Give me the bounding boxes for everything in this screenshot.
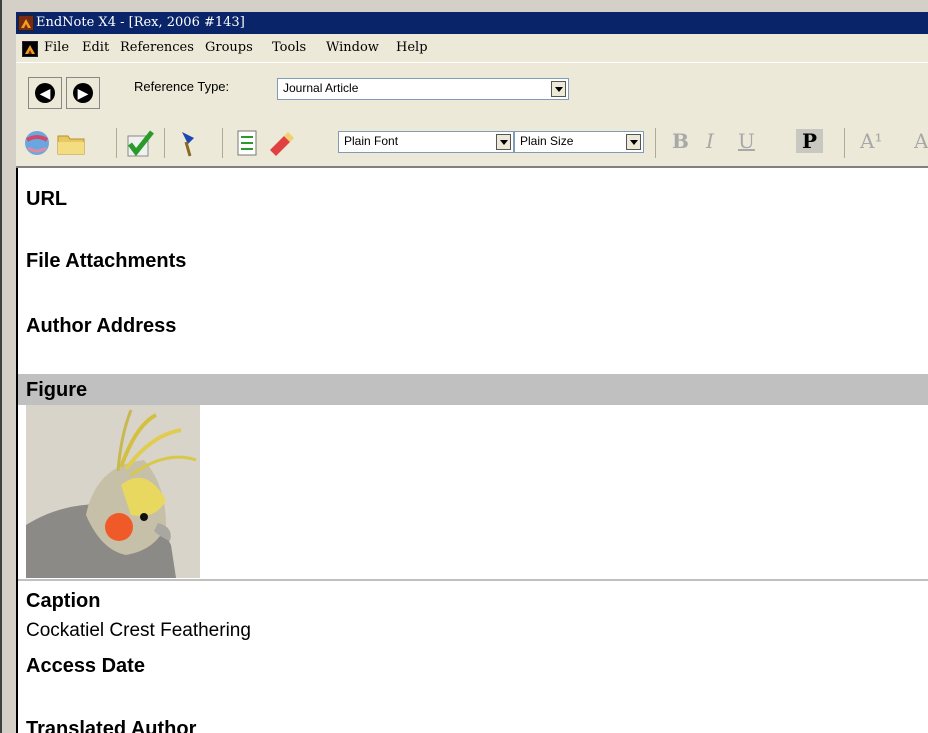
figure-divider	[18, 579, 928, 581]
menu-help[interactable]: Help	[396, 40, 428, 55]
toolbar-separator	[222, 128, 223, 158]
chevron-down-icon[interactable]	[551, 81, 566, 97]
next-reference-button[interactable]	[66, 77, 100, 109]
italic-button[interactable]: I	[706, 129, 714, 153]
checklist-icon[interactable]	[232, 128, 262, 158]
access-date-label: Access Date	[26, 655, 145, 677]
cockatiel-figure-image[interactable]	[26, 405, 200, 578]
menu-tools[interactable]: Tools	[272, 40, 306, 55]
endnote-window: EndNote X4 - [Rex, 2006 #143] File Edit …	[0, 0, 928, 733]
size-select-value: Plain Size	[520, 134, 574, 148]
bold-button[interactable]: B	[672, 129, 689, 153]
font-select[interactable]: Plain Font	[338, 131, 514, 153]
pushpin-icon[interactable]	[172, 128, 202, 158]
toolbar-separator	[655, 128, 656, 158]
reference-type-bar: Reference Type: Journal Article	[16, 62, 928, 121]
reference-type-value: Journal Article	[283, 81, 359, 95]
menu-file[interactable]: File	[44, 40, 69, 55]
previous-reference-button[interactable]	[28, 77, 62, 109]
chevron-down-icon[interactable]	[496, 134, 511, 150]
size-select[interactable]: Plain Size	[514, 131, 644, 153]
menu-bar: File Edit References Groups Tools Window…	[16, 34, 928, 62]
reference-type-select[interactable]: Journal Article	[277, 78, 569, 100]
menu-references[interactable]: References	[120, 40, 194, 55]
menu-groups[interactable]: Groups	[205, 40, 253, 55]
subscript-button[interactable]: A	[914, 129, 928, 153]
toolbar-separator	[844, 128, 845, 158]
figure-label: Figure	[26, 379, 88, 401]
superscript-button[interactable]: A¹	[860, 129, 882, 153]
author-address-label: Author Address	[26, 315, 177, 337]
menu-edit[interactable]: Edit	[82, 40, 109, 55]
caption-label: Caption	[26, 590, 101, 612]
checkmark-icon[interactable]	[124, 128, 154, 158]
title-bar[interactable]: EndNote X4 - [Rex, 2006 #143]	[16, 12, 928, 34]
file-attachments-label: File Attachments	[26, 250, 187, 272]
globe-link-icon[interactable]	[22, 128, 52, 158]
figure-field-band[interactable]: Figure	[18, 374, 928, 405]
document-menu-icon[interactable]	[22, 41, 38, 57]
arrow-left-icon	[35, 83, 55, 103]
plain-button[interactable]: P	[796, 129, 824, 153]
toolbar-separator	[164, 128, 165, 158]
endnote-app-icon[interactable]	[18, 15, 34, 31]
url-label: URL	[26, 188, 68, 210]
reference-content-pane: URL File Attachments Author Address Figu…	[16, 168, 928, 733]
pencil-eraser-icon[interactable]	[266, 128, 296, 158]
formatting-toolbar: Plain Font Plain Size B I U P A¹ A	[16, 120, 928, 168]
underline-button[interactable]: U	[738, 129, 755, 153]
arrow-right-icon	[73, 83, 93, 103]
caption-value[interactable]: Cockatiel Crest Feathering	[26, 620, 251, 642]
toolbar-separator	[116, 128, 117, 158]
menu-window[interactable]: Window	[326, 40, 379, 55]
folder-open-icon[interactable]	[56, 128, 86, 158]
translated-author-label: Translated Author	[26, 718, 197, 733]
reference-type-label: Reference Type:	[134, 79, 230, 94]
window-title: EndNote X4 - [Rex, 2006 #143]	[36, 15, 245, 30]
font-select-value: Plain Font	[344, 134, 399, 148]
chevron-down-icon[interactable]	[626, 134, 641, 150]
